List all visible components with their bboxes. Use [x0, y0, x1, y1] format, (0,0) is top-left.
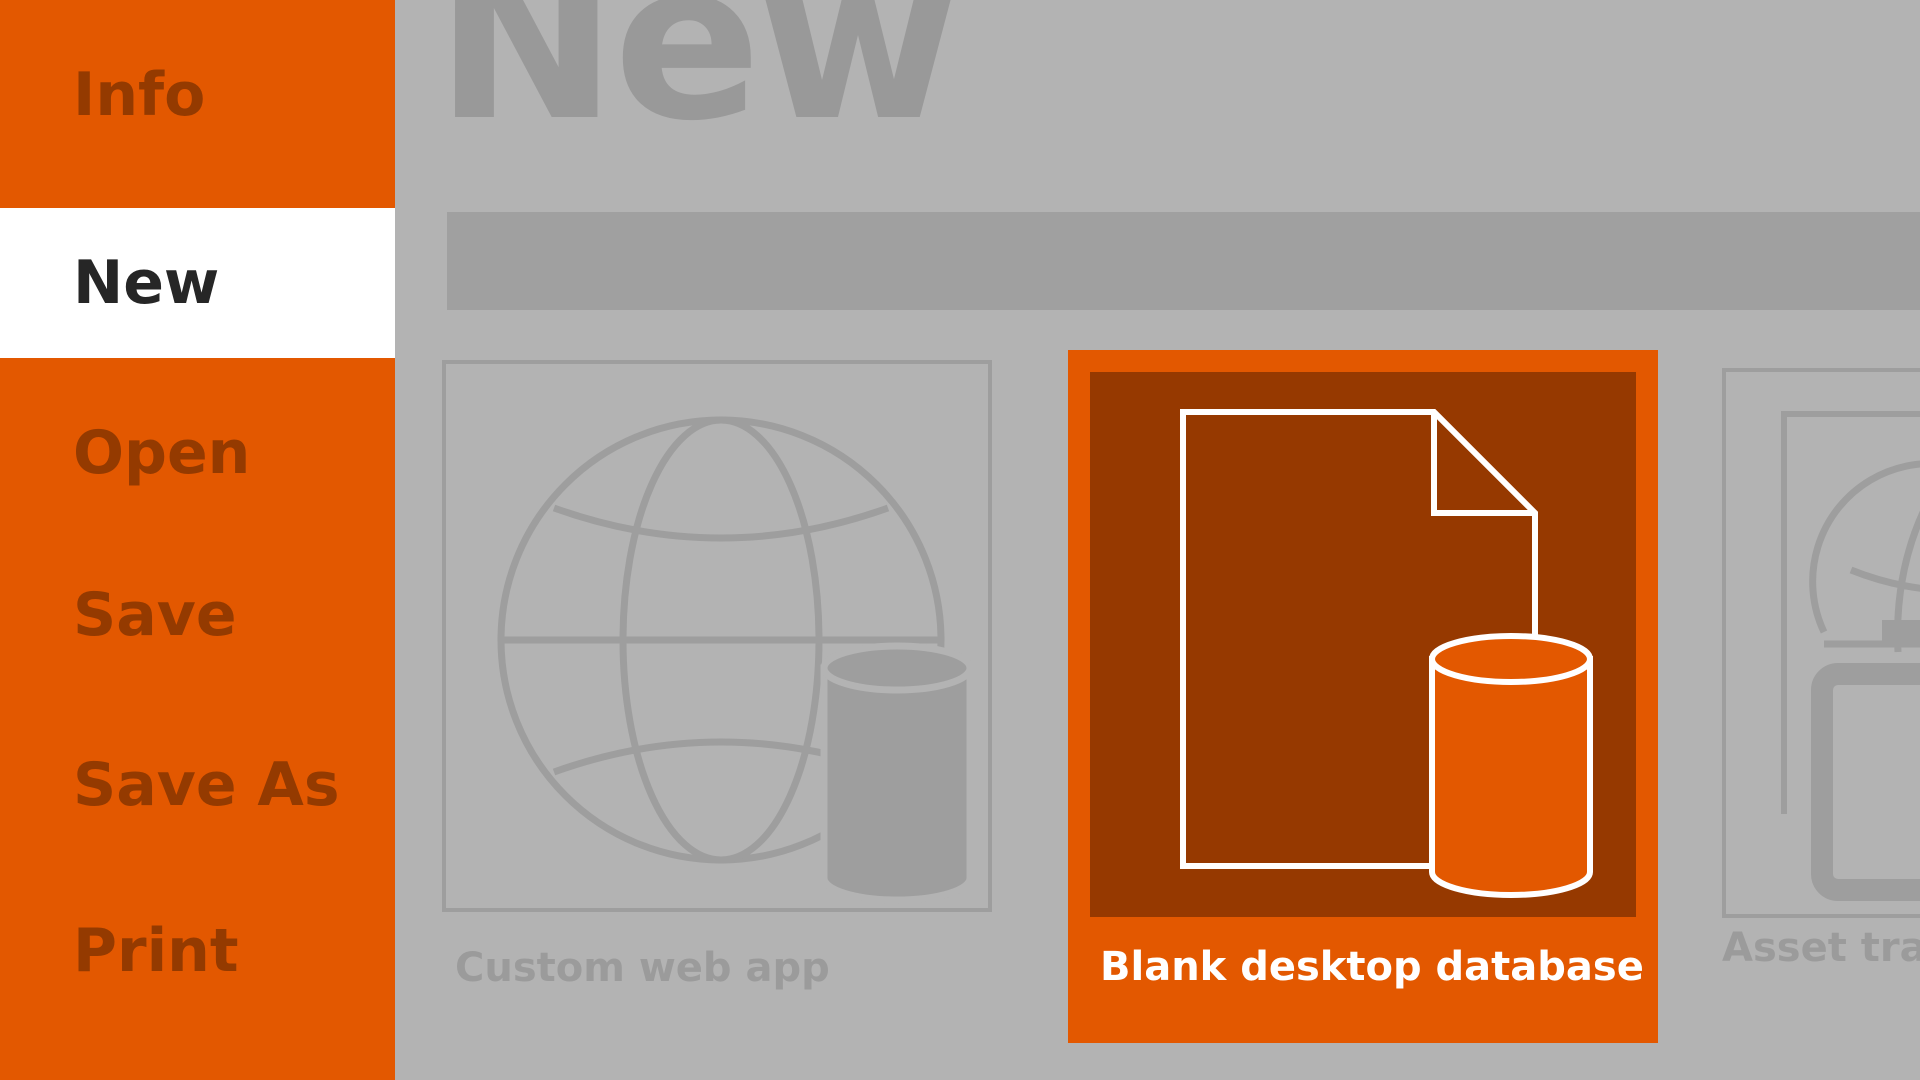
sidebar-item-label: Save	[73, 580, 237, 650]
template-thumbnail	[1090, 372, 1636, 917]
asset-tracking-icon	[1781, 411, 1920, 901]
sidebar-item-label: Info	[73, 60, 206, 130]
page-title: New	[435, 0, 959, 169]
globe-database-icon	[497, 416, 974, 904]
sidebar-item-save[interactable]: Save	[0, 540, 395, 690]
template-tile-custom-web-app[interactable]	[442, 360, 992, 1040]
template-tile-blank-desktop-database[interactable]: Blank desktop database	[1068, 350, 1658, 1043]
template-thumbnail	[1722, 368, 1920, 918]
sidebar-item-open[interactable]: Open	[0, 378, 395, 528]
sidebar-item-label: Save As	[73, 750, 340, 820]
template-label-blank-desktop-database: Blank desktop database	[1100, 944, 1644, 990]
template-tile-asset-tracking[interactable]: Asset trac	[1722, 368, 1920, 1048]
sidebar-item-info[interactable]: Info	[0, 20, 395, 170]
document-database-icon	[1180, 409, 1593, 898]
sidebar-item-save-as[interactable]: Save As	[0, 710, 395, 860]
template-thumbnail	[442, 360, 992, 912]
search-templates-input[interactable]	[447, 212, 1920, 310]
sidebar-item-label: Print	[73, 916, 239, 986]
sidebar-item-label: Open	[73, 418, 251, 488]
sidebar-item-print[interactable]: Print	[0, 876, 395, 1026]
backstage-view: Info New Open Save Save As Print New Cus…	[0, 0, 1920, 1080]
template-label-custom-web-app: Custom web app	[455, 945, 830, 991]
sidebar-item-new[interactable]: New	[0, 208, 395, 358]
template-label-asset-tracking: Asset trac	[1722, 925, 1920, 971]
main-panel: New Custom web app Blank desktop databas…	[395, 0, 1920, 1080]
sidebar-item-label: New	[73, 248, 220, 318]
backstage-sidebar: Info New Open Save Save As Print	[0, 0, 395, 1080]
